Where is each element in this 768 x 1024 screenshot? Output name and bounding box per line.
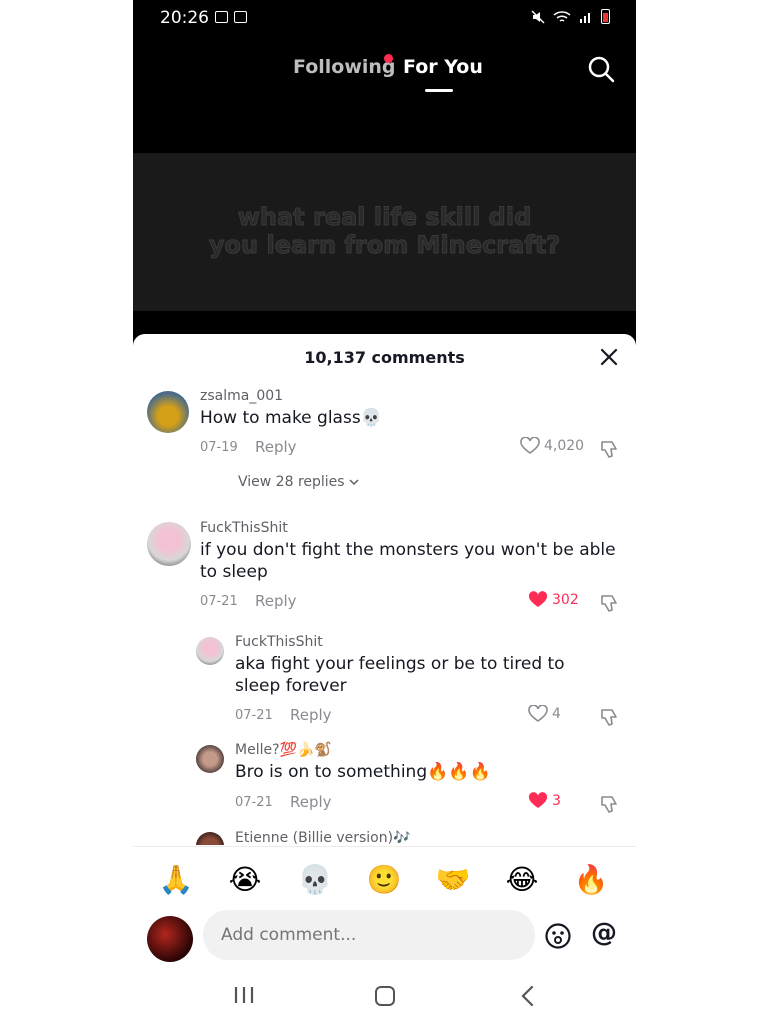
tab-following[interactable]: Following	[293, 56, 396, 78]
comments-list: zsalma_001 How to make glass💀 07-19 Repl…	[133, 382, 636, 845]
status-time: 20:26	[160, 8, 209, 28]
video-preview[interactable]: what real life skill did you learn from …	[133, 153, 636, 311]
gallery-notification-icon	[215, 11, 228, 23]
avatar[interactable]	[147, 391, 189, 433]
emoji-skull[interactable]: 💀	[296, 861, 334, 899]
comment-input[interactable]	[203, 910, 535, 960]
comment-text: if you don't fight the monsters you won'…	[200, 540, 616, 582]
dislike-icon[interactable]	[599, 592, 621, 614]
comment-username[interactable]: Etienne (Billie version)🎶	[235, 830, 411, 845]
reply-item: FuckThisShit aka fight your feelings or …	[133, 632, 636, 732]
reply-item: Etienne (Billie version)🎶	[133, 828, 636, 845]
reply-button[interactable]: Reply	[255, 438, 297, 456]
signal-icon	[580, 12, 590, 23]
avatar[interactable]	[196, 745, 224, 773]
comment-date: 07-21	[235, 795, 273, 810]
comment-username[interactable]: zsalma_001	[200, 388, 283, 404]
comments-sheet: 10,137 comments zsalma_001 How to make g…	[133, 334, 636, 1024]
heart-outline-icon	[528, 705, 548, 722]
home-icon[interactable]	[375, 986, 395, 1006]
active-tab-indicator	[425, 89, 453, 92]
video-caption: what real life skill did you learn from …	[133, 203, 636, 260]
comment-date: 07-19	[200, 440, 238, 455]
emoji-pray[interactable]: 🙏	[157, 861, 195, 899]
system-nav-bar	[133, 968, 636, 1024]
search-icon[interactable]	[587, 55, 615, 83]
avatar[interactable]	[196, 832, 224, 845]
video-caption-line1: what real life skill did	[237, 203, 532, 232]
recent-apps-icon[interactable]	[233, 986, 255, 1004]
view-replies-link[interactable]: View 28 replies	[238, 474, 359, 490]
view-replies-label: View 28 replies	[238, 474, 345, 490]
dislike-icon[interactable]	[599, 793, 621, 815]
comment-text: aka fight your feelings or be to tired t…	[235, 654, 565, 696]
battery-icon	[601, 9, 610, 24]
comment-username[interactable]: FuckThisShit	[200, 520, 288, 536]
like-count: 4,020	[544, 438, 585, 454]
comment-date: 07-21	[200, 594, 238, 609]
comments-count: 10,137 comments	[304, 348, 465, 367]
like-count: 3	[552, 793, 561, 809]
heart-filled-icon	[528, 591, 548, 607]
system-icons	[531, 9, 610, 24]
reply-button[interactable]: Reply	[290, 706, 332, 724]
comment-date: 07-21	[235, 708, 273, 723]
like-count: 4	[552, 706, 561, 722]
tab-for-you[interactable]: For You	[403, 56, 483, 78]
comment-username[interactable]: FuckThisShit	[235, 634, 323, 650]
emoji-crying[interactable]: 😭	[226, 861, 264, 899]
phone-screen: 20:26 Following For You what real life s…	[133, 0, 636, 1024]
chevron-down-icon	[349, 479, 359, 486]
status-bar: 20:26	[133, 0, 636, 36]
emoji-smile[interactable]: 🙂	[365, 861, 403, 899]
emoji-picker-icon[interactable]	[544, 922, 572, 950]
heart-outline-icon	[520, 437, 540, 454]
dislike-icon[interactable]	[599, 438, 621, 460]
emoji-fire[interactable]: 🔥	[572, 861, 610, 899]
notification-icons	[215, 11, 247, 23]
like-button[interactable]: 4	[528, 705, 561, 723]
like-count: 302	[552, 592, 579, 608]
reply-item: Melle?💯🍌🐒 Bro is on to something🔥🔥🔥 07-2…	[133, 740, 636, 830]
comment-username[interactable]: Melle?💯🍌🐒	[235, 742, 332, 758]
comment-item: zsalma_001 How to make glass💀 07-19 Repl…	[133, 382, 636, 502]
video-caption-line2: you learn from Minecraft?	[208, 231, 561, 260]
back-icon[interactable]	[518, 985, 538, 1007]
emoji-joy[interactable]: 😂	[503, 861, 541, 899]
reply-button[interactable]: Reply	[255, 592, 297, 610]
avatar[interactable]	[147, 522, 191, 566]
my-avatar[interactable]	[147, 916, 193, 962]
comment-text: Bro is on to something🔥🔥🔥	[235, 762, 491, 782]
comment-text: How to make glass💀	[200, 408, 382, 428]
comment-input-row: @	[133, 910, 636, 970]
emoji-handshake[interactable]: 🤝	[434, 861, 472, 899]
mute-icon	[531, 9, 545, 24]
message-notification-icon	[234, 11, 247, 23]
mention-button[interactable]: @	[591, 918, 617, 948]
quick-emoji-bar: 🙏 😭 💀 🙂 🤝 😂 🔥	[133, 846, 636, 910]
like-button[interactable]: 4,020	[520, 437, 584, 455]
wifi-icon	[553, 10, 571, 22]
new-content-dot	[384, 54, 393, 63]
like-button[interactable]: 302	[528, 591, 579, 609]
close-icon[interactable]	[598, 346, 620, 368]
dislike-icon[interactable]	[599, 706, 621, 728]
like-button[interactable]: 3	[528, 792, 561, 810]
avatar[interactable]	[196, 637, 224, 665]
reply-button[interactable]: Reply	[290, 793, 332, 811]
heart-filled-icon	[528, 792, 548, 808]
comment-item: FuckThisShit if you don't fight the mons…	[133, 514, 636, 624]
